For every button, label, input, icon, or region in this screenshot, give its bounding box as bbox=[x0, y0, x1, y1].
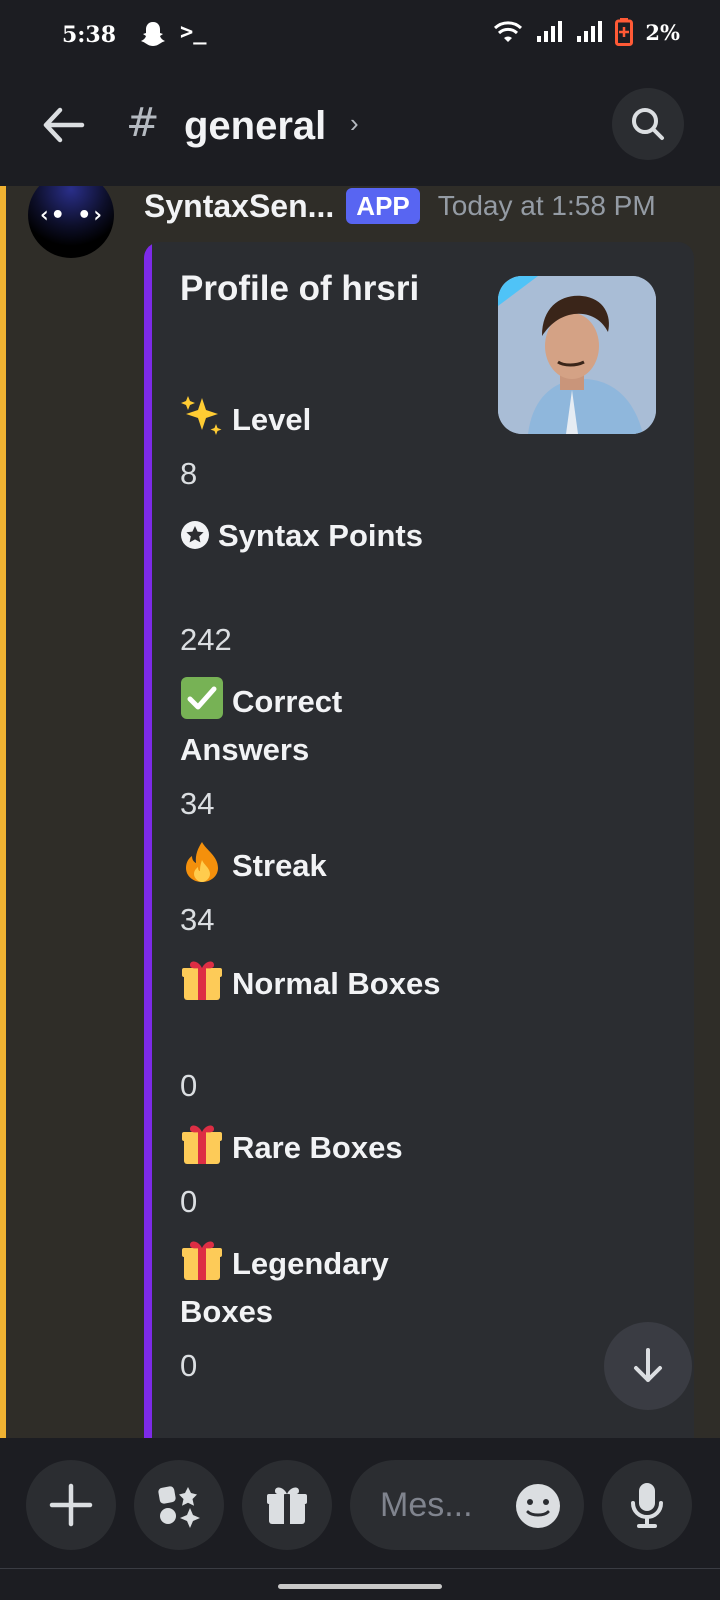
field-rare-boxes-value: 0 bbox=[180, 1184, 198, 1219]
avatar[interactable]: ‹• •› bbox=[28, 186, 114, 258]
message-input-container[interactable] bbox=[350, 1460, 584, 1550]
field-legendary-boxes-name: Legendary Boxes bbox=[180, 1238, 460, 1336]
home-indicator[interactable] bbox=[278, 1584, 442, 1589]
message-timestamp: Today at 1:58 PM bbox=[437, 190, 656, 221]
field-level-name: Level bbox=[180, 394, 460, 444]
jump-to-bottom-button[interactable] bbox=[604, 1322, 692, 1410]
search-button[interactable] bbox=[612, 88, 684, 160]
field-rare-boxes-name: Rare Boxes bbox=[180, 1122, 460, 1172]
status-bar: 5:38 >_ 2% bbox=[0, 0, 720, 72]
apps-button[interactable] bbox=[134, 1460, 224, 1550]
profile-thumbnail[interactable] bbox=[498, 276, 656, 434]
message-input[interactable] bbox=[380, 1485, 500, 1525]
field-syntax-points-name: Syntax Points bbox=[180, 512, 460, 560]
field-syntax-points-value: 242 bbox=[180, 622, 232, 657]
profile-embed: Profile of hrsri Level 8 Syntax Points 2… bbox=[144, 242, 694, 1438]
channel-name[interactable]: general bbox=[184, 104, 326, 149]
field-level-value: 8 bbox=[180, 456, 198, 491]
channel-header: # general › bbox=[0, 72, 720, 186]
search-icon bbox=[632, 108, 664, 140]
author-name[interactable]: SyntaxSen... bbox=[144, 188, 334, 225]
signal-icon-2 bbox=[577, 21, 603, 42]
sparkles-icon bbox=[181, 396, 222, 435]
voice-message-button[interactable] bbox=[602, 1460, 692, 1550]
gift-icon bbox=[267, 1487, 307, 1524]
signal-icon bbox=[537, 21, 563, 42]
chevron-right-icon[interactable]: › bbox=[350, 108, 359, 139]
embed-accent-bar bbox=[144, 242, 152, 1438]
gift-icon bbox=[182, 961, 222, 1000]
field-label: Syntax Points bbox=[218, 518, 423, 553]
app-badge: APP bbox=[346, 188, 420, 224]
field-label: Normal Boxes bbox=[232, 966, 441, 1001]
back-arrow-icon[interactable] bbox=[38, 100, 88, 150]
message-header: SyntaxSen... APP Today at 1:58 PM bbox=[144, 186, 656, 226]
mention-highlight-bar bbox=[0, 186, 6, 1438]
field-correct-answers-value: 34 bbox=[180, 786, 215, 821]
field-label: Rare Boxes bbox=[232, 1130, 403, 1165]
status-time: 5:38 bbox=[62, 22, 117, 48]
profile-photo bbox=[498, 276, 656, 434]
add-attachment-button[interactable] bbox=[26, 1460, 116, 1550]
composer-bar bbox=[0, 1438, 720, 1600]
field-legendary-boxes-value: 0 bbox=[180, 1348, 198, 1383]
field-normal-boxes-name: Normal Boxes bbox=[180, 958, 460, 1008]
terminal-icon: >_ bbox=[180, 20, 207, 45]
gift-button[interactable] bbox=[242, 1460, 332, 1550]
field-streak-name: Streak bbox=[180, 840, 460, 890]
field-streak-value: 34 bbox=[180, 902, 215, 937]
gift-icon bbox=[182, 1125, 222, 1164]
gift-icon bbox=[182, 1241, 222, 1280]
field-label: Level bbox=[232, 402, 312, 437]
channel-hash-icon: # bbox=[126, 100, 160, 146]
nav-divider bbox=[0, 1568, 720, 1569]
battery-percent: 2% bbox=[645, 19, 680, 45]
fire-icon bbox=[186, 842, 218, 882]
star-circle-icon bbox=[181, 521, 209, 549]
emoji-picker-icon[interactable] bbox=[514, 1482, 562, 1530]
field-correct-answers-name: Correct Answers bbox=[180, 676, 460, 774]
embed-title: Profile of hrsri bbox=[180, 269, 420, 308]
wifi-icon bbox=[494, 21, 523, 42]
apps-icon bbox=[158, 1486, 200, 1528]
field-normal-boxes-value: 0 bbox=[180, 1068, 198, 1103]
plus-icon bbox=[49, 1483, 93, 1527]
status-icons: 2% bbox=[493, 18, 680, 46]
battery-icon bbox=[615, 18, 634, 46]
field-label: Streak bbox=[232, 848, 327, 883]
check-mark-icon bbox=[181, 677, 223, 719]
arrow-down-icon bbox=[634, 1348, 662, 1382]
message-list[interactable]: ‹• •› SyntaxSen... APP Today at 1:58 PM … bbox=[0, 186, 720, 1438]
avatar-glyph: ‹• •› bbox=[37, 202, 105, 228]
snapchat-icon bbox=[141, 22, 165, 46]
microphone-icon bbox=[631, 1483, 663, 1528]
